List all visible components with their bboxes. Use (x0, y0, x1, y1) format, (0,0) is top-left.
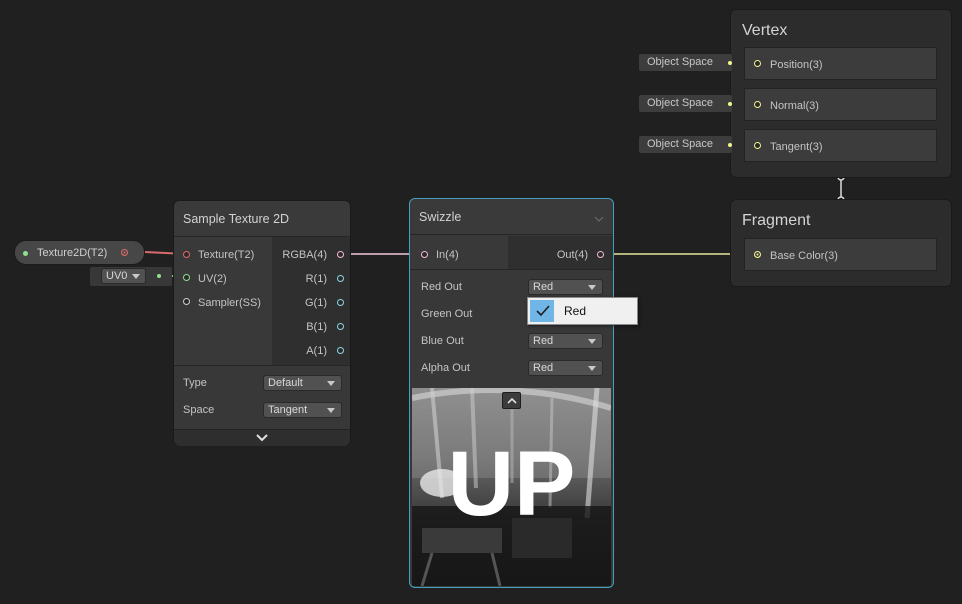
checkmark-icon (536, 305, 550, 317)
red-out-label: Red Out (421, 281, 462, 293)
normal-space-field[interactable]: Object Space (639, 95, 732, 112)
base-color-label: Base Color(3) (770, 250, 838, 262)
position-label: Position(3) (770, 59, 823, 71)
uv-input-label: UV(2) (198, 273, 227, 285)
rgba-output-port[interactable] (337, 251, 344, 258)
base-color-input-port[interactable] (754, 251, 761, 258)
rgba-output-label: RGBA(4) (282, 249, 327, 261)
tangent-label: Tangent(3) (770, 141, 823, 153)
r-output-port[interactable] (337, 275, 344, 282)
space-label: Space (183, 404, 215, 416)
green-out-label: Green Out (421, 308, 473, 320)
swizzle-node[interactable]: Swizzle In(4) Out(4) Red Out Red Green O… (409, 198, 614, 588)
b-output-port[interactable] (337, 323, 344, 330)
blue-out-value: Red (533, 335, 554, 347)
preview-collapse-button[interactable] (502, 392, 521, 409)
position-input-port[interactable] (754, 60, 761, 67)
normal-input-port[interactable] (754, 101, 761, 108)
chevron-up-icon (507, 397, 517, 404)
popup-option-label: Red (564, 304, 587, 318)
vertex-context[interactable]: Vertex Position(3) Normal(3) Tangent(3) (730, 9, 952, 178)
sample-texture-2d-node[interactable]: Sample Texture 2D Texture(T2) UV(2) Samp… (173, 200, 351, 446)
chevron-down-icon (132, 274, 140, 279)
fragment-context[interactable]: Fragment Base Color(3) (730, 199, 952, 287)
node-title: Swizzle (410, 199, 613, 235)
popup-option-red[interactable]: Red (529, 299, 636, 323)
a-output-port[interactable] (337, 347, 344, 354)
r-output-label: R(1) (305, 273, 327, 285)
tangent-space-value: Object Space (647, 138, 714, 150)
chevron-down-icon (588, 339, 596, 344)
sampler-input-port[interactable] (183, 298, 190, 305)
swizzle-preview: UP (412, 388, 611, 586)
preview-overlay-text: UP (447, 433, 576, 535)
position-space-value: Object Space (647, 56, 714, 68)
alpha-out-value: Red (533, 362, 554, 374)
chevron-down-icon (327, 408, 335, 413)
uv-connector-dot (157, 274, 161, 278)
normal-label: Normal(3) (770, 100, 819, 112)
property-label: Texture2D(T2) (37, 247, 108, 259)
space-value: Tangent (268, 404, 308, 416)
tangent-input-port[interactable] (754, 142, 761, 149)
alpha-out-label: Alpha Out (421, 362, 470, 374)
red-out-value: Red (533, 281, 554, 293)
uv-channel-value: UV0 (106, 270, 128, 282)
normal-connector-dot (728, 102, 732, 106)
g-output-label: G(1) (305, 297, 327, 309)
out-output-port[interactable] (597, 251, 604, 258)
chevron-down-icon[interactable] (594, 216, 604, 222)
vertex-block-normal[interactable]: Normal(3) (744, 88, 937, 121)
tangent-connector-dot (728, 143, 732, 147)
uv-input-port[interactable] (183, 274, 190, 281)
g-output-port[interactable] (337, 299, 344, 306)
out-output-label: Out(4) (556, 249, 588, 261)
b-output-label: B(1) (306, 321, 327, 333)
a-output-label: A(1) (306, 345, 327, 357)
property-indicator-dot (23, 251, 28, 256)
swizzle-title: Swizzle (419, 210, 462, 224)
node-title: Sample Texture 2D (174, 201, 350, 237)
type-dropdown[interactable]: Default (263, 375, 342, 391)
uv-channel-dropdown[interactable]: UV0 (101, 268, 146, 284)
vertex-title: Vertex (742, 22, 788, 39)
chevron-down-icon (588, 285, 596, 290)
sampler-input-label: Sampler(SS) (198, 297, 261, 309)
texture-input-port[interactable] (183, 251, 190, 258)
in-input-port[interactable] (421, 251, 428, 258)
position-connector-dot (728, 61, 732, 65)
position-space-field[interactable]: Object Space (639, 54, 732, 71)
chevron-down-icon (256, 434, 268, 442)
type-label: Type (183, 377, 207, 389)
settings-divider (174, 365, 350, 366)
swizzle-divider (410, 269, 613, 270)
chevron-down-icon (327, 381, 335, 386)
texture2d-property-node[interactable]: Texture2D(T2) (14, 240, 145, 265)
in-input-label: In(4) (436, 249, 459, 261)
texture-input-label: Texture(T2) (198, 249, 255, 261)
collapse-bar[interactable] (174, 429, 350, 446)
fragment-title: Fragment (742, 212, 811, 229)
red-out-dropdown[interactable]: Red (528, 279, 603, 295)
fragment-block-base-color[interactable]: Base Color(3) (744, 238, 937, 271)
space-dropdown[interactable]: Tangent (263, 402, 342, 418)
vertex-block-tangent[interactable]: Tangent(3) (744, 129, 937, 162)
channel-dropdown-popup: Red (527, 297, 638, 325)
property-output-port[interactable] (121, 249, 128, 256)
blue-out-dropdown[interactable]: Red (528, 333, 603, 349)
normal-space-value: Object Space (647, 97, 714, 109)
tangent-space-field[interactable]: Object Space (639, 136, 732, 153)
vertex-block-position[interactable]: Position(3) (744, 47, 937, 80)
alpha-out-dropdown[interactable]: Red (528, 360, 603, 376)
blue-out-label: Blue Out (421, 335, 464, 347)
chevron-down-icon (588, 366, 596, 371)
type-value: Default (268, 377, 303, 389)
